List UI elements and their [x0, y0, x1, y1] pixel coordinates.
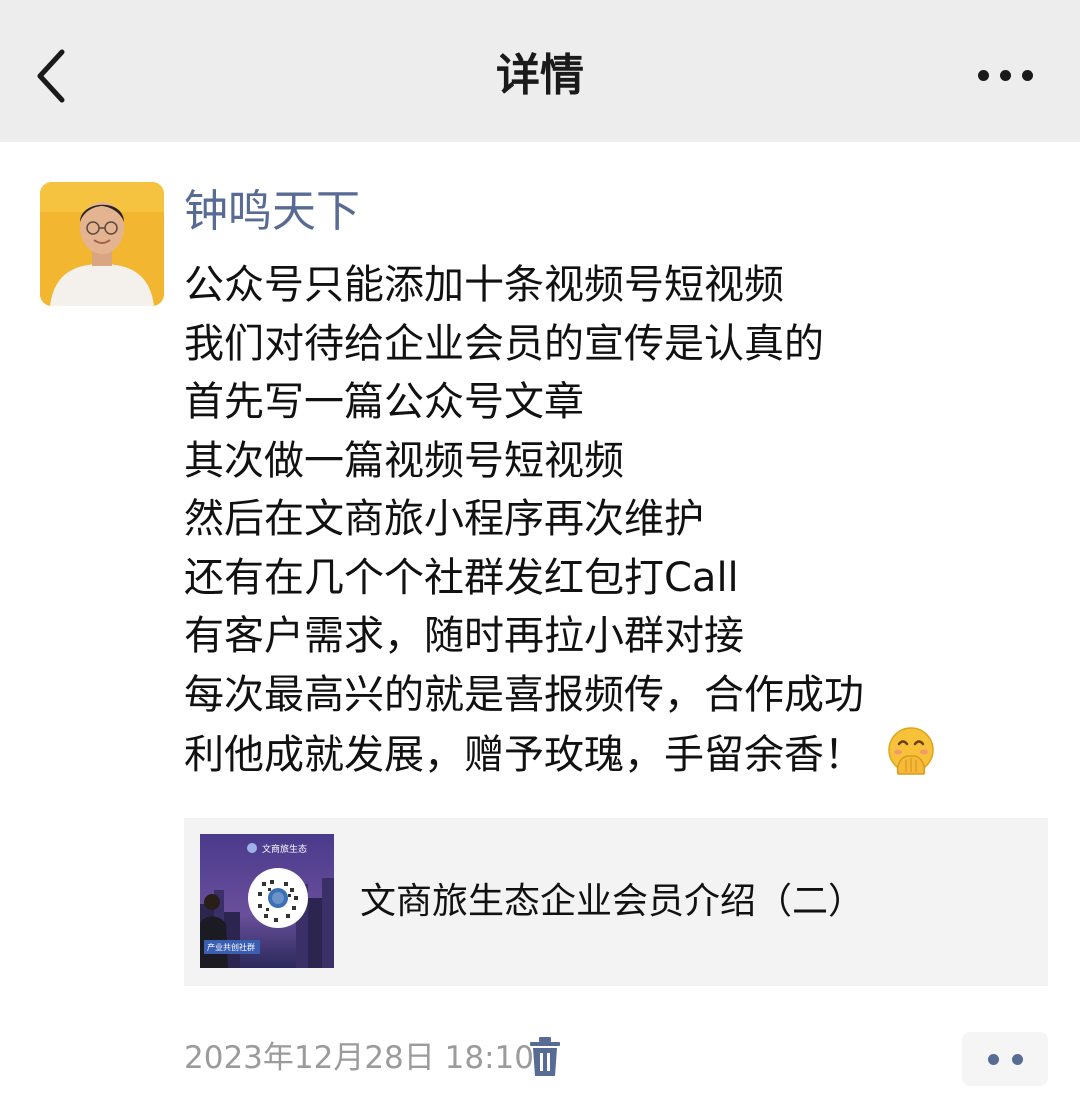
link-card-title: 文商旅生态企业会员介绍（二）	[360, 881, 865, 922]
content-line-last: 利他成就发展，赠予玫瑰，手留余香！	[184, 724, 1064, 785]
trash-icon	[530, 1037, 560, 1076]
face-with-hand-over-mouth-emoji	[888, 727, 934, 775]
content-line: 然后在文商旅小程序再次维护	[184, 496, 704, 542]
avatar[interactable]	[40, 182, 164, 306]
more-dot	[1000, 70, 1011, 81]
content-line: 每次最高兴的就是喜报频传，合作成功	[184, 671, 864, 718]
moments-detail-page: 详情 钟鸣天下 公众号只能添加十条视频号短视频 我们对待给企业会员的宣传是认真的…	[0, 0, 1080, 1111]
avatar-image	[40, 182, 164, 306]
thumbnail-image: 文商旅生态 产业共创社群	[200, 834, 334, 968]
content-line: 我们对待给企业会员的宣传是认真的	[184, 320, 824, 367]
post-timestamp: 2023年12月28日 18:10	[184, 1040, 534, 1076]
more-dots-icon	[988, 1054, 999, 1065]
author-name[interactable]: 钟鸣天下	[184, 184, 360, 240]
content-line: 其次做一篇视频号短视频	[184, 437, 624, 484]
link-thumbnail: 文商旅生态 产业共创社群	[200, 834, 334, 968]
shared-link-card[interactable]: 文商旅生态 产业共创社群 文商旅生态企业会员介绍（二）	[184, 818, 1048, 986]
more-dot	[1012, 1054, 1023, 1065]
more-dot	[1022, 70, 1033, 81]
content-line: 还有在几个个社群发红包打Call	[184, 554, 739, 601]
content-line-text: 利他成就发展，赠予玫瑰，手留余香！	[184, 732, 864, 778]
nav-header: 详情	[0, 0, 1080, 142]
thumb-badge-text: 产业共创社群	[207, 942, 255, 952]
page-title: 详情	[496, 50, 584, 101]
post-content: 公众号只能添加十条视频号短视频 我们对待给企业会员的宣传是认真的 首先写一篇公众…	[184, 256, 1064, 785]
more-options-button[interactable]	[968, 52, 1042, 100]
content-line: 有客户需求，随时再拉小群对接	[184, 613, 744, 659]
content-line: 首先写一篇公众号文章	[184, 379, 584, 425]
post-action-button[interactable]	[962, 1032, 1048, 1086]
more-horizontal-icon	[978, 70, 989, 81]
delete-button[interactable]	[524, 1034, 566, 1080]
thumb-header-text: 文商旅生态	[262, 843, 307, 855]
content-line: 公众号只能添加十条视频号短视频	[184, 262, 784, 308]
